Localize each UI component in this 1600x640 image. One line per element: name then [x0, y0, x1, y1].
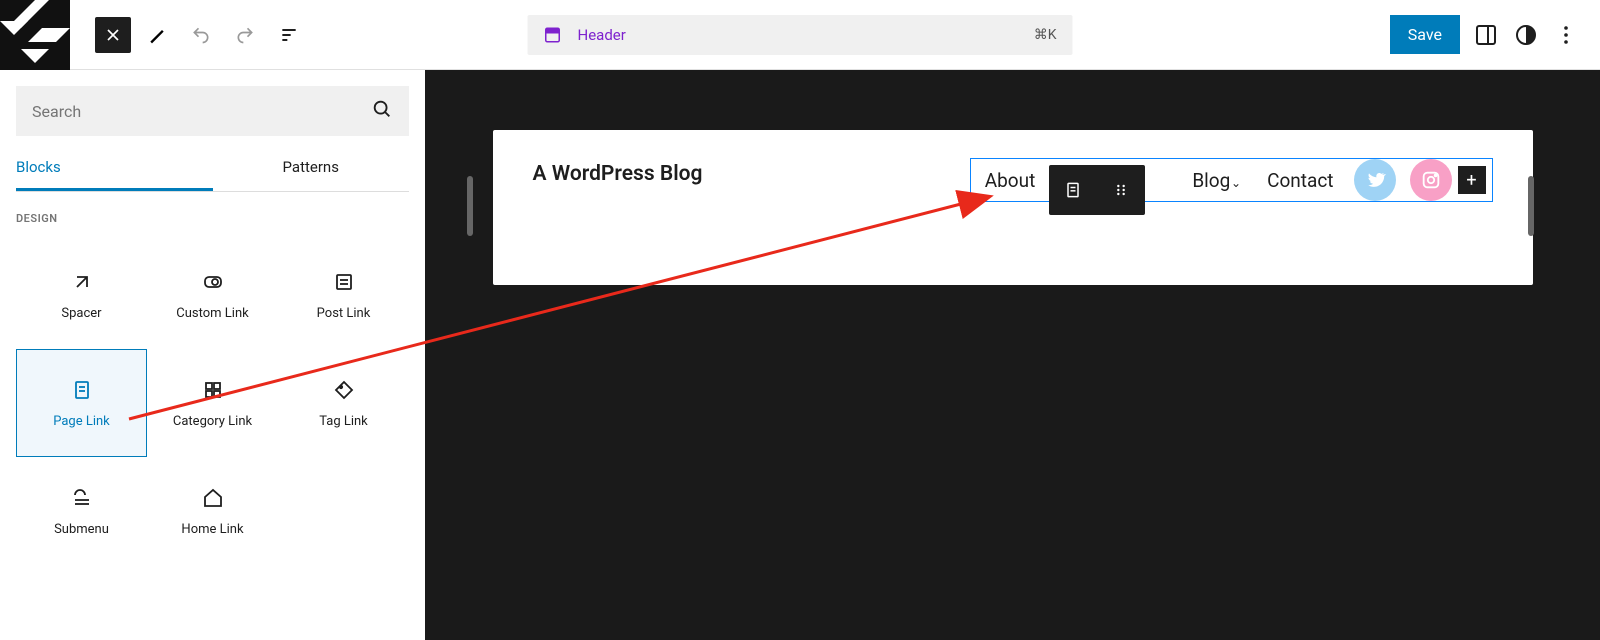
block-home-link[interactable]: Home Link — [147, 457, 278, 565]
tag-icon — [332, 378, 356, 402]
post-icon — [332, 270, 356, 294]
chevron-down-icon: ⌄ — [1231, 176, 1241, 190]
nav-item-blog[interactable]: Blog ⌄ — [1186, 169, 1247, 192]
document-tools — [95, 17, 307, 53]
nav-item-contact[interactable]: Contact — [1261, 169, 1339, 192]
block-page-link[interactable]: Page Link — [16, 349, 147, 457]
tab-blocks[interactable]: Blocks — [16, 146, 213, 191]
nav-item-about[interactable]: About — [979, 169, 1042, 192]
block-search[interactable] — [16, 86, 409, 136]
layout-icon — [544, 26, 562, 44]
inserter-tabs: Blocks Patterns — [16, 146, 409, 192]
top-right-controls: Save — [1390, 15, 1580, 54]
header-template-part[interactable]: A WordPress Blog About Blog ⌄ Contact — [493, 130, 1533, 285]
site-title[interactable]: A WordPress Blog — [533, 162, 703, 186]
resize-handle-left[interactable] — [467, 176, 473, 236]
undo-button[interactable] — [183, 17, 219, 53]
list-view-button[interactable] — [271, 17, 307, 53]
block-post-link[interactable]: Post Link — [278, 241, 409, 349]
block-category-link[interactable]: Category Link — [147, 349, 278, 457]
block-grid: Spacer Custom Link Post Link Page Link C… — [16, 241, 409, 565]
block-custom-link[interactable]: Custom Link — [147, 241, 278, 349]
page-link-block-icon[interactable] — [1049, 165, 1097, 215]
block-spacer[interactable]: Spacer — [16, 241, 147, 349]
tools-button[interactable] — [139, 17, 175, 53]
site-logo[interactable] — [0, 0, 70, 70]
category-icon — [201, 378, 225, 402]
block-submenu[interactable]: Submenu — [16, 457, 147, 565]
drag-handle-icon[interactable] — [1097, 165, 1145, 215]
social-twitter[interactable] — [1354, 159, 1396, 201]
close-inserter-button[interactable] — [95, 17, 131, 53]
resize-handle-right[interactable] — [1528, 176, 1534, 236]
search-icon — [371, 98, 393, 124]
redo-button[interactable] — [227, 17, 263, 53]
submenu-icon — [70, 486, 94, 510]
navigation-block[interactable]: About Blog ⌄ Contact — [970, 158, 1493, 202]
save-button[interactable]: Save — [1390, 15, 1460, 54]
settings-sidebar-toggle[interactable] — [1472, 21, 1500, 49]
template-label: Header — [578, 26, 626, 44]
page-icon — [70, 378, 94, 402]
tab-patterns[interactable]: Patterns — [213, 146, 410, 191]
top-bar: Header ⌘K Save — [0, 0, 1600, 70]
block-tag-link[interactable]: Tag Link — [278, 349, 409, 457]
section-heading: DESIGN — [16, 212, 409, 225]
social-instagram[interactable] — [1410, 159, 1452, 201]
block-inserter-panel: Blocks Patterns DESIGN Spacer Custom Lin… — [0, 70, 425, 640]
link-icon — [201, 270, 225, 294]
block-toolbar-popover — [1049, 165, 1145, 215]
command-shortcut: ⌘K — [1034, 27, 1057, 43]
search-input[interactable] — [32, 102, 371, 121]
styles-toggle[interactable] — [1512, 21, 1540, 49]
options-menu[interactable] — [1552, 21, 1580, 49]
editor-canvas[interactable]: A WordPress Blog About Blog ⌄ Contact — [425, 70, 1600, 640]
add-block-button[interactable]: + — [1458, 166, 1486, 194]
template-selector[interactable]: Header ⌘K — [528, 15, 1073, 55]
spacer-icon — [70, 270, 94, 294]
home-icon — [201, 486, 225, 510]
